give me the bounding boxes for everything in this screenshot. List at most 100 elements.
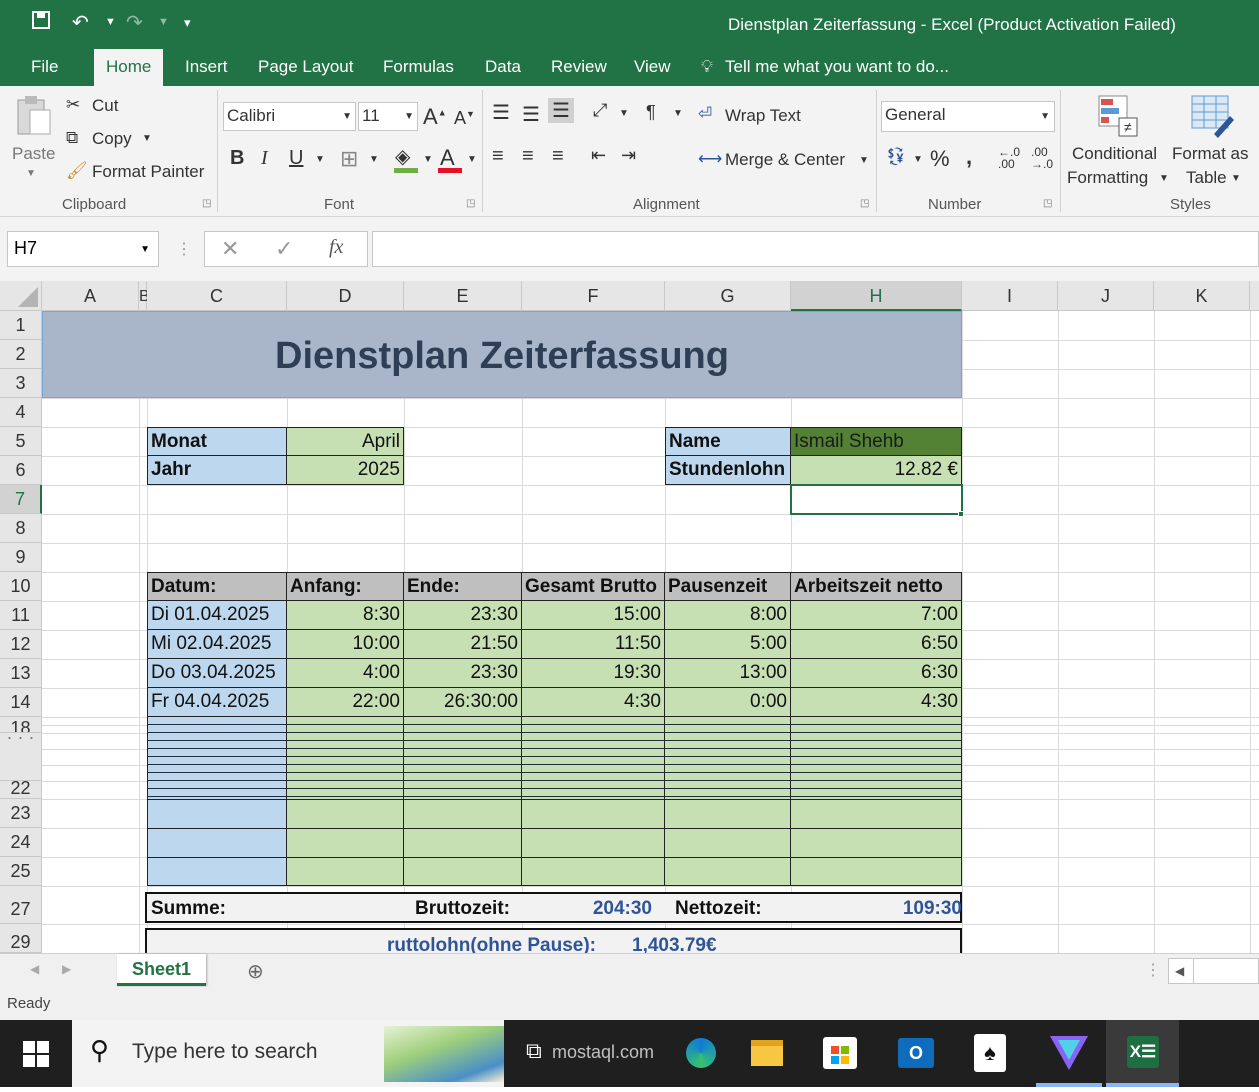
undo-dropdown-icon[interactable]: ▼ — [105, 16, 116, 28]
wrap-text-button[interactable]: Wrap Text — [725, 106, 801, 126]
table-cell[interactable]: 4:30 — [522, 688, 665, 717]
jahr-label[interactable]: Jahr — [147, 456, 287, 485]
table-cell[interactable]: 5:00 — [665, 630, 791, 659]
tell-me-box[interactable]: Tell me what you want to do... — [725, 57, 949, 77]
tab-file[interactable]: File — [31, 57, 58, 77]
jahr-value[interactable]: 2025 — [287, 456, 404, 485]
table-cell[interactable]: 22:00 — [287, 688, 404, 717]
table-cell[interactable]: 21:50 — [404, 630, 522, 659]
bold-button[interactable]: B — [230, 147, 244, 170]
column-header-e[interactable]: E — [404, 281, 522, 311]
row-header-18[interactable]: 18 — [0, 717, 42, 733]
font-launcher-icon[interactable]: ◳ — [466, 198, 475, 209]
format-table-dropdown-icon[interactable]: ▼ — [1231, 173, 1241, 184]
cancel-icon[interactable]: ✕ — [221, 236, 239, 262]
horizontal-scrollbar[interactable]: ◀ — [1168, 958, 1259, 984]
align-right-icon[interactable]: ≡ — [552, 145, 564, 168]
file-explorer-icon[interactable] — [751, 1040, 783, 1066]
font-color-dropdown-icon[interactable]: ▼ — [467, 154, 477, 165]
increase-indent-icon[interactable]: ⇥ — [621, 145, 636, 166]
row-header-22[interactable]: 22 — [0, 781, 42, 799]
insert-function-button[interactable]: fx — [329, 236, 343, 259]
tab-data[interactable]: Data — [485, 57, 521, 77]
excel-taskbar-button[interactable]: X☰ — [1106, 1020, 1179, 1087]
decrease-indent-icon[interactable]: ⇤ — [591, 145, 606, 166]
italic-button[interactable]: I — [261, 147, 268, 170]
enter-icon[interactable]: ✓ — [275, 236, 293, 262]
table-cell[interactable]: Fr 04.04.2025 — [147, 688, 287, 717]
table-cell[interactable]: 8:30 — [287, 601, 404, 630]
table-header-brutto[interactable]: Gesamt Brutto — [522, 572, 665, 601]
tab-home[interactable]: Home — [94, 49, 164, 86]
table-cell[interactable]: 7:00 — [791, 601, 962, 630]
stundenlohn-value[interactable]: 12.82 € — [791, 456, 962, 485]
table-header-ende[interactable]: Ende: — [404, 572, 522, 601]
increase-decimal-icon[interactable]: ←.0.00 — [998, 146, 1020, 170]
table-cell[interactable]: 23:30 — [404, 601, 522, 630]
number-format-select[interactable]: General ▼ — [881, 101, 1055, 132]
edge-icon[interactable] — [686, 1038, 716, 1068]
format-painter-button[interactable]: Format Painter — [92, 162, 204, 182]
format-as-table-label-2[interactable]: Table — [1186, 168, 1227, 188]
save-icon[interactable] — [31, 10, 51, 36]
borders-dropdown-icon[interactable]: ▼ — [369, 154, 379, 165]
comma-button[interactable]: , — [966, 144, 972, 170]
column-header-i[interactable]: I — [962, 281, 1058, 311]
column-header-h[interactable]: H — [791, 281, 962, 311]
borders-icon[interactable]: ⊞ — [340, 146, 358, 172]
row-header-4[interactable]: 4 — [0, 398, 42, 427]
table-cell[interactable]: 0:00 — [665, 688, 791, 717]
merge-center-button[interactable]: Merge & Center — [725, 150, 845, 170]
redo-icon[interactable]: ↷ — [126, 10, 143, 35]
align-middle-icon[interactable]: ☰ — [522, 102, 540, 127]
sheet-tab-sheet1[interactable]: Sheet1 — [117, 954, 206, 986]
table-cell[interactable]: 26:30:00 — [404, 688, 522, 717]
table-cell[interactable]: 6:30 — [791, 659, 962, 688]
table-cell[interactable]: 8:00 — [665, 601, 791, 630]
align-center-icon[interactable]: ≡ — [522, 145, 534, 168]
currency-dropdown-icon[interactable]: ▼ — [913, 154, 923, 165]
align-bottom-icon[interactable]: ☰ — [548, 98, 574, 123]
fill-color-dropdown-icon[interactable]: ▼ — [423, 154, 433, 165]
orientation-dropdown-icon[interactable]: ▼ — [619, 108, 629, 119]
font-name-select[interactable]: Calibri ▼ — [223, 102, 356, 131]
row-header-3[interactable]: 3 — [0, 369, 42, 398]
table-cell[interactable]: 11:50 — [522, 630, 665, 659]
solitaire-icon[interactable]: ♠ — [974, 1034, 1006, 1072]
percent-button[interactable]: % — [930, 146, 950, 172]
scroll-left-icon[interactable]: ◀ — [30, 962, 39, 976]
table-cell[interactable]: 19:30 — [522, 659, 665, 688]
monat-label[interactable]: Monat — [147, 427, 287, 456]
column-header-g[interactable]: G — [665, 281, 791, 311]
paste-icon[interactable] — [14, 94, 54, 138]
table-cell[interactable]: 13:00 — [665, 659, 791, 688]
copy-dropdown-icon[interactable]: ▼ — [142, 133, 152, 144]
table-cell[interactable]: 4:30 — [791, 688, 962, 717]
column-header-c[interactable]: C — [147, 281, 287, 311]
column-header-f[interactable]: F — [522, 281, 665, 311]
row-header-14[interactable]: 14 — [0, 688, 42, 717]
row-header-collapsed[interactable]: · · · — [0, 733, 42, 781]
tab-view[interactable]: View — [634, 57, 671, 77]
column-header-d[interactable]: D — [287, 281, 404, 311]
table-cell[interactable]: Do 03.04.2025 — [147, 659, 287, 688]
cut-button[interactable]: Cut — [92, 96, 118, 116]
name-box[interactable]: H7 ▼ — [7, 231, 159, 267]
row-header-11[interactable]: 11 — [0, 601, 42, 630]
orientation-icon[interactable]: ⤢ — [593, 100, 607, 121]
text-direction-icon[interactable]: ¶ — [646, 102, 656, 123]
underline-dropdown-icon[interactable]: ▼ — [315, 154, 325, 165]
table-cell[interactable]: Mi 02.04.2025 — [147, 630, 287, 659]
table-cell[interactable]: 10:00 — [287, 630, 404, 659]
table-header-anfang[interactable]: Anfang: — [287, 572, 404, 601]
table-cell[interactable]: 4:00 — [287, 659, 404, 688]
row-header-29[interactable]: 29 — [0, 924, 42, 953]
conditional-formatting-label-1[interactable]: Conditional — [1072, 144, 1157, 164]
table-header-netto[interactable]: Arbeitszeit netto — [791, 572, 962, 601]
column-header-k[interactable]: K — [1154, 281, 1250, 311]
align-left-icon[interactable]: ≡ — [492, 145, 504, 168]
row-header-9[interactable]: 9 — [0, 543, 42, 572]
outlook-icon[interactable]: O — [898, 1038, 934, 1068]
row-header-8[interactable]: 8 — [0, 514, 42, 543]
shrink-font-icon[interactable]: A▼ — [454, 108, 475, 129]
